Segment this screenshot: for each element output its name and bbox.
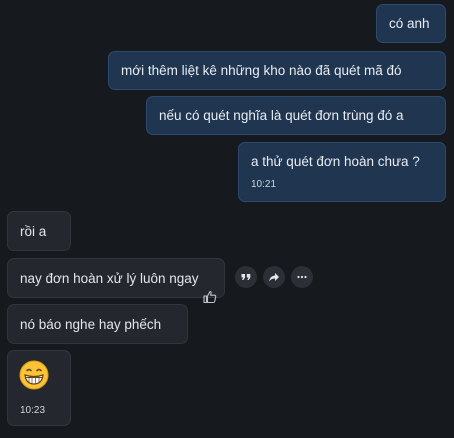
- message-text: nó báo nghe hay phếch: [20, 317, 162, 332]
- received-message[interactable]: 10:23: [7, 350, 71, 426]
- received-message[interactable]: rồi a: [7, 211, 71, 251]
- received-message[interactable]: nay đơn hoàn xử lý luôn ngay: [7, 258, 225, 298]
- more-options-button[interactable]: [291, 266, 313, 288]
- forward-button[interactable]: [263, 266, 285, 288]
- message-text: nếu có quét nghĩa là quét đơn trùng đó a: [159, 108, 404, 123]
- grinning-emoji-icon: [19, 360, 49, 390]
- quote-icon: [240, 271, 252, 283]
- received-message[interactable]: nó báo nghe hay phếch: [7, 304, 188, 344]
- forward-icon: [268, 271, 280, 283]
- more-icon: [296, 271, 308, 283]
- chat-thread: có anh mới thêm liệt kê những kho nào đã…: [0, 0, 454, 438]
- message-text: mới thêm liệt kê những kho nào đã quét m…: [121, 63, 402, 78]
- thumbs-up-icon[interactable]: [202, 289, 218, 305]
- sent-message[interactable]: có anh: [376, 4, 446, 43]
- message-text: rồi a: [20, 224, 47, 239]
- message-timestamp: 10:21: [251, 179, 277, 190]
- sent-message[interactable]: mới thêm liệt kê những kho nào đã quét m…: [108, 51, 446, 90]
- message-text: có anh: [389, 16, 430, 31]
- message-timestamp: 10:23: [20, 405, 46, 416]
- quote-reply-button[interactable]: [235, 266, 257, 288]
- message-text: a thử quét đơn hoàn chưa ?: [251, 154, 420, 169]
- sent-message[interactable]: nếu có quét nghĩa là quét đơn trùng đó a: [146, 96, 446, 135]
- message-text: nay đơn hoàn xử lý luôn ngay: [20, 271, 199, 286]
- sent-message[interactable]: a thử quét đơn hoàn chưa ? 10:21: [238, 142, 446, 202]
